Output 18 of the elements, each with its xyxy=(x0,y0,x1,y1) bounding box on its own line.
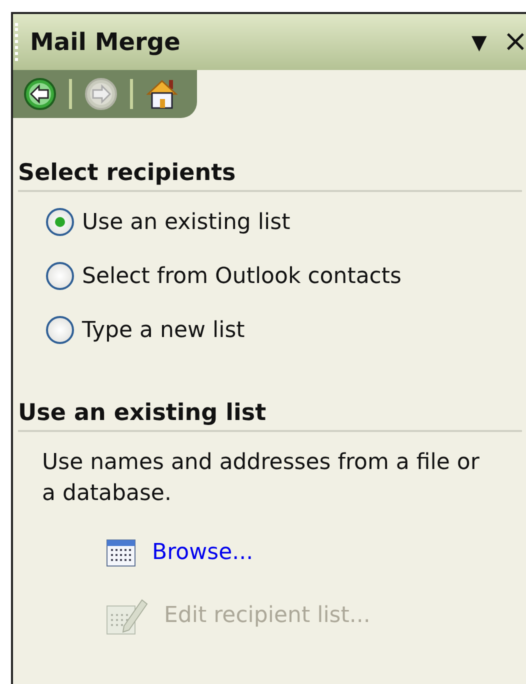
radio-button[interactable] xyxy=(46,208,74,236)
description-text: Use names and addresses from a file or a database. xyxy=(42,449,480,508)
radio-label: Select from Outlook contacts xyxy=(82,264,402,288)
section-heading: Select recipients xyxy=(18,128,522,192)
table-icon xyxy=(106,538,136,568)
radio-label: Type a new list xyxy=(82,318,245,342)
radio-button[interactable] xyxy=(46,316,74,344)
radio-option[interactable]: Type a new list xyxy=(46,316,245,344)
radio-button[interactable] xyxy=(46,262,74,290)
radio-option[interactable]: Use an existing list xyxy=(46,208,290,236)
menu-dropdown-button[interactable]: ▼ xyxy=(471,32,487,52)
link[interactable]: Browse... xyxy=(152,540,254,566)
radio-label: Use an existing list xyxy=(82,210,290,234)
section-heading: Use an existing list xyxy=(18,368,522,432)
home-icon[interactable] xyxy=(145,77,179,111)
close-button[interactable]: × xyxy=(502,27,526,57)
pane-title: Mail Merge xyxy=(30,28,182,56)
radio-option[interactable]: Select from Outlook contacts xyxy=(46,262,402,290)
